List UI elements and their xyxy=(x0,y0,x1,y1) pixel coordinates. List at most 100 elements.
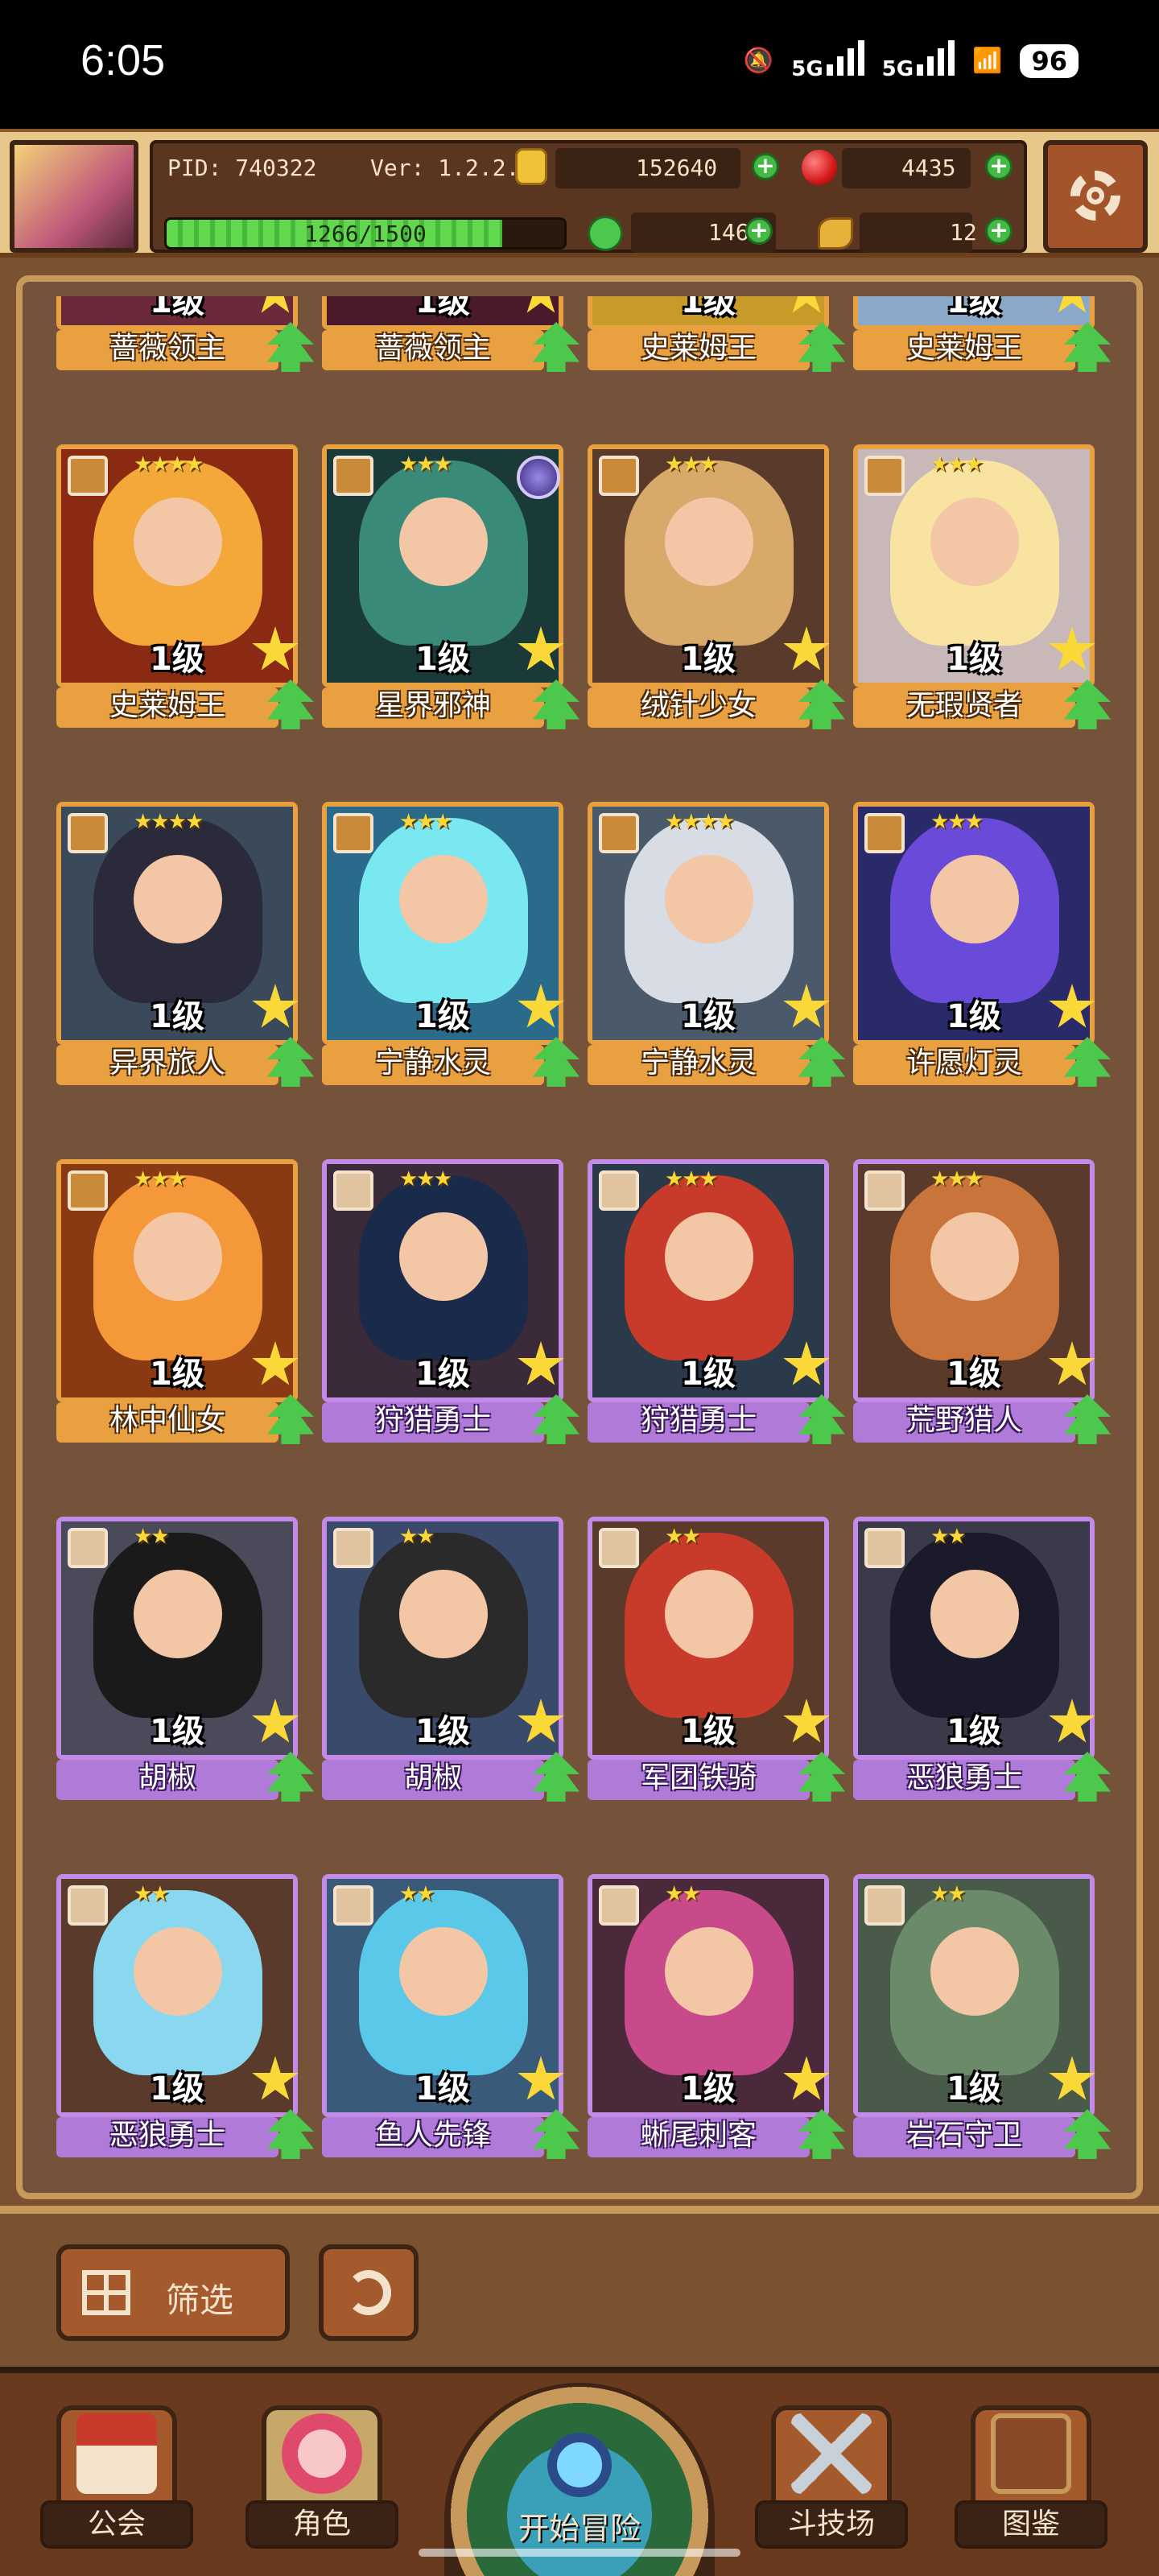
top-hud: PID: 740322 Ver: 1.2.2.5 152640 + 4435 +… xyxy=(0,129,1159,258)
character-level: 1级 xyxy=(681,2070,736,2107)
crossed-swords-icon xyxy=(791,2413,872,2494)
refresh-icon xyxy=(346,2270,391,2315)
class-icon xyxy=(333,1885,373,1926)
player-avatar[interactable] xyxy=(10,140,138,253)
energy-text: 1266/1500 xyxy=(304,221,427,247)
rarity-stars: ★★★★ xyxy=(665,810,735,834)
element-orb-icon xyxy=(517,456,560,499)
character-card[interactable]: ★★★ 1级 林中仙女 xyxy=(56,1159,314,1444)
character-card[interactable]: ★★★ 1级 宁静水灵 xyxy=(322,802,580,1087)
character-level: 1级 xyxy=(681,641,736,678)
filter-label: 筛选 xyxy=(166,2281,234,2320)
character-card[interactable]: ★★★ 1级 许愿灯灵 xyxy=(853,802,1111,1087)
character-grid: ★★★1级蔷薇领主★★★1级蔷薇领主★★★1级史莱姆王★★★1级史莱姆王★★★★… xyxy=(56,296,1111,2159)
character-card[interactable]: ★★★ 1级 绒针少女 xyxy=(588,444,845,729)
character-level: 1级 xyxy=(947,1356,1001,1393)
rarity-stars: ★★ xyxy=(930,1882,967,1906)
character-card[interactable]: ★★★ 1级 无瑕贤者 xyxy=(853,444,1111,729)
character-card[interactable]: ★★★ 1级 狩猎勇士 xyxy=(588,1159,845,1444)
status-time: 6:05 xyxy=(80,36,166,85)
character-level: 1级 xyxy=(150,998,204,1035)
character-card[interactable]: ★★★1级史莱姆王 xyxy=(853,296,1111,372)
character-name: 史莱姆王 xyxy=(588,330,810,370)
rarity-stars: ★★ xyxy=(134,1525,170,1549)
class-icon xyxy=(864,1885,905,1926)
character-name: 史莱姆王 xyxy=(56,687,278,728)
key-icon xyxy=(818,217,853,250)
add-gold-button[interactable]: + xyxy=(752,153,779,180)
mute-icon: 🔕 xyxy=(743,47,774,75)
character-face-icon xyxy=(282,2413,362,2494)
gold-coin-icon xyxy=(515,148,547,185)
character-card[interactable]: ★★ 1级 蜥尾刺客 xyxy=(588,1874,845,2159)
character-card[interactable]: ★★ 1级 胡椒 xyxy=(322,1517,580,1802)
tab-codex[interactable]: 图鉴 xyxy=(955,2357,1107,2566)
rarity-stars: ★★ xyxy=(399,1882,435,1906)
character-level: 1级 xyxy=(415,296,470,320)
version-text: Ver: 1.2.2.5 xyxy=(370,155,534,181)
rarity-stars: ★★ xyxy=(665,1525,701,1549)
character-level: 1级 xyxy=(150,2070,204,2107)
class-icon xyxy=(864,1528,905,1568)
refresh-button[interactable] xyxy=(319,2244,419,2341)
character-name: 异界旅人 xyxy=(56,1045,278,1085)
character-name: 绒针少女 xyxy=(588,687,810,728)
add-clover-button[interactable]: + xyxy=(745,217,773,245)
character-card[interactable]: ★★ 1级 胡椒 xyxy=(56,1517,314,1802)
character-card[interactable]: ★★ 1级 恶狼勇士 xyxy=(853,1517,1111,1802)
rarity-stars: ★★ xyxy=(399,1525,435,1549)
rarity-stars: ★★★ xyxy=(930,452,984,477)
character-level: 1级 xyxy=(415,641,470,678)
wifi-icon: 📶 xyxy=(972,47,1003,75)
class-icon xyxy=(333,456,373,496)
character-card[interactable]: ★★★★ 1级异界旅人 xyxy=(56,802,314,1087)
class-icon xyxy=(599,1528,639,1568)
character-level: 1级 xyxy=(681,1356,736,1393)
tab-character[interactable]: 角色 xyxy=(245,2357,398,2566)
character-level: 1级 xyxy=(415,1713,470,1750)
character-level: 1级 xyxy=(415,998,470,1035)
character-card[interactable]: ★★★ 1级 星界邪神 xyxy=(322,444,580,729)
start-adventure-label: 开始冒险 xyxy=(518,2511,641,2546)
character-grid-viewport[interactable]: ★★★1级蔷薇领主★★★1级蔷薇领主★★★1级史莱姆王★★★1级史莱姆王★★★★… xyxy=(32,296,1127,2201)
class-icon xyxy=(68,1885,108,1926)
filter-button[interactable]: 筛选 xyxy=(56,2244,290,2341)
home-indicator[interactable] xyxy=(419,2549,740,2557)
character-level: 1级 xyxy=(150,641,204,678)
character-card[interactable]: ★★★1级蔷薇领主 xyxy=(56,296,314,372)
settings-button[interactable] xyxy=(1043,140,1148,253)
character-name: 星界邪神 xyxy=(322,687,544,728)
character-card[interactable]: ★★ 1级 恶狼勇士 xyxy=(56,1874,314,2159)
add-gems-button[interactable]: + xyxy=(985,153,1013,180)
character-level: 1级 xyxy=(947,641,1001,678)
class-icon xyxy=(599,456,639,496)
rarity-stars: ★★★ xyxy=(134,1167,187,1191)
tab-character-label: 角色 xyxy=(245,2500,398,2549)
class-icon xyxy=(68,1170,108,1211)
character-name: 林中仙女 xyxy=(56,1402,278,1443)
character-card[interactable]: ★★ 1级 鱼人先锋 xyxy=(322,1874,580,2159)
character-card[interactable]: ★★★★ 1级 宁静水灵 xyxy=(588,802,845,1087)
tab-arena[interactable]: 斗技场 xyxy=(755,2357,908,2566)
character-level: 1级 xyxy=(947,2070,1001,2107)
gem-amount: 4435 xyxy=(901,155,956,181)
tab-guild[interactable]: 公会 xyxy=(40,2357,193,2566)
class-icon xyxy=(599,1170,639,1211)
clover-amount: 146 xyxy=(708,219,749,246)
character-card[interactable]: ★★★1级蔷薇领主 xyxy=(322,296,580,372)
class-icon xyxy=(599,813,639,853)
class-icon xyxy=(864,456,905,496)
character-card[interactable]: ★★★1级史莱姆王 xyxy=(588,296,845,372)
character-card[interactable]: ★★★★ 1级 史莱姆王 xyxy=(56,444,314,729)
character-name: 史莱姆王 xyxy=(853,330,1075,370)
character-level: 1级 xyxy=(681,296,736,320)
add-keys-button[interactable]: + xyxy=(985,217,1013,245)
character-card[interactable]: ★★ 1级 岩石守卫 xyxy=(853,1874,1111,2159)
filter-grid-icon xyxy=(82,2270,130,2315)
tab-arena-label: 斗技场 xyxy=(755,2500,908,2549)
character-card[interactable]: ★★★ 1级 狩猎勇士 xyxy=(322,1159,580,1444)
rarity-stars: ★★★★ xyxy=(134,810,204,834)
character-level: 1级 xyxy=(150,296,204,320)
character-card[interactable]: ★★★ 1级 荒野猎人 xyxy=(853,1159,1111,1444)
character-card[interactable]: ★★ 1级 军团铁骑 xyxy=(588,1517,845,1802)
